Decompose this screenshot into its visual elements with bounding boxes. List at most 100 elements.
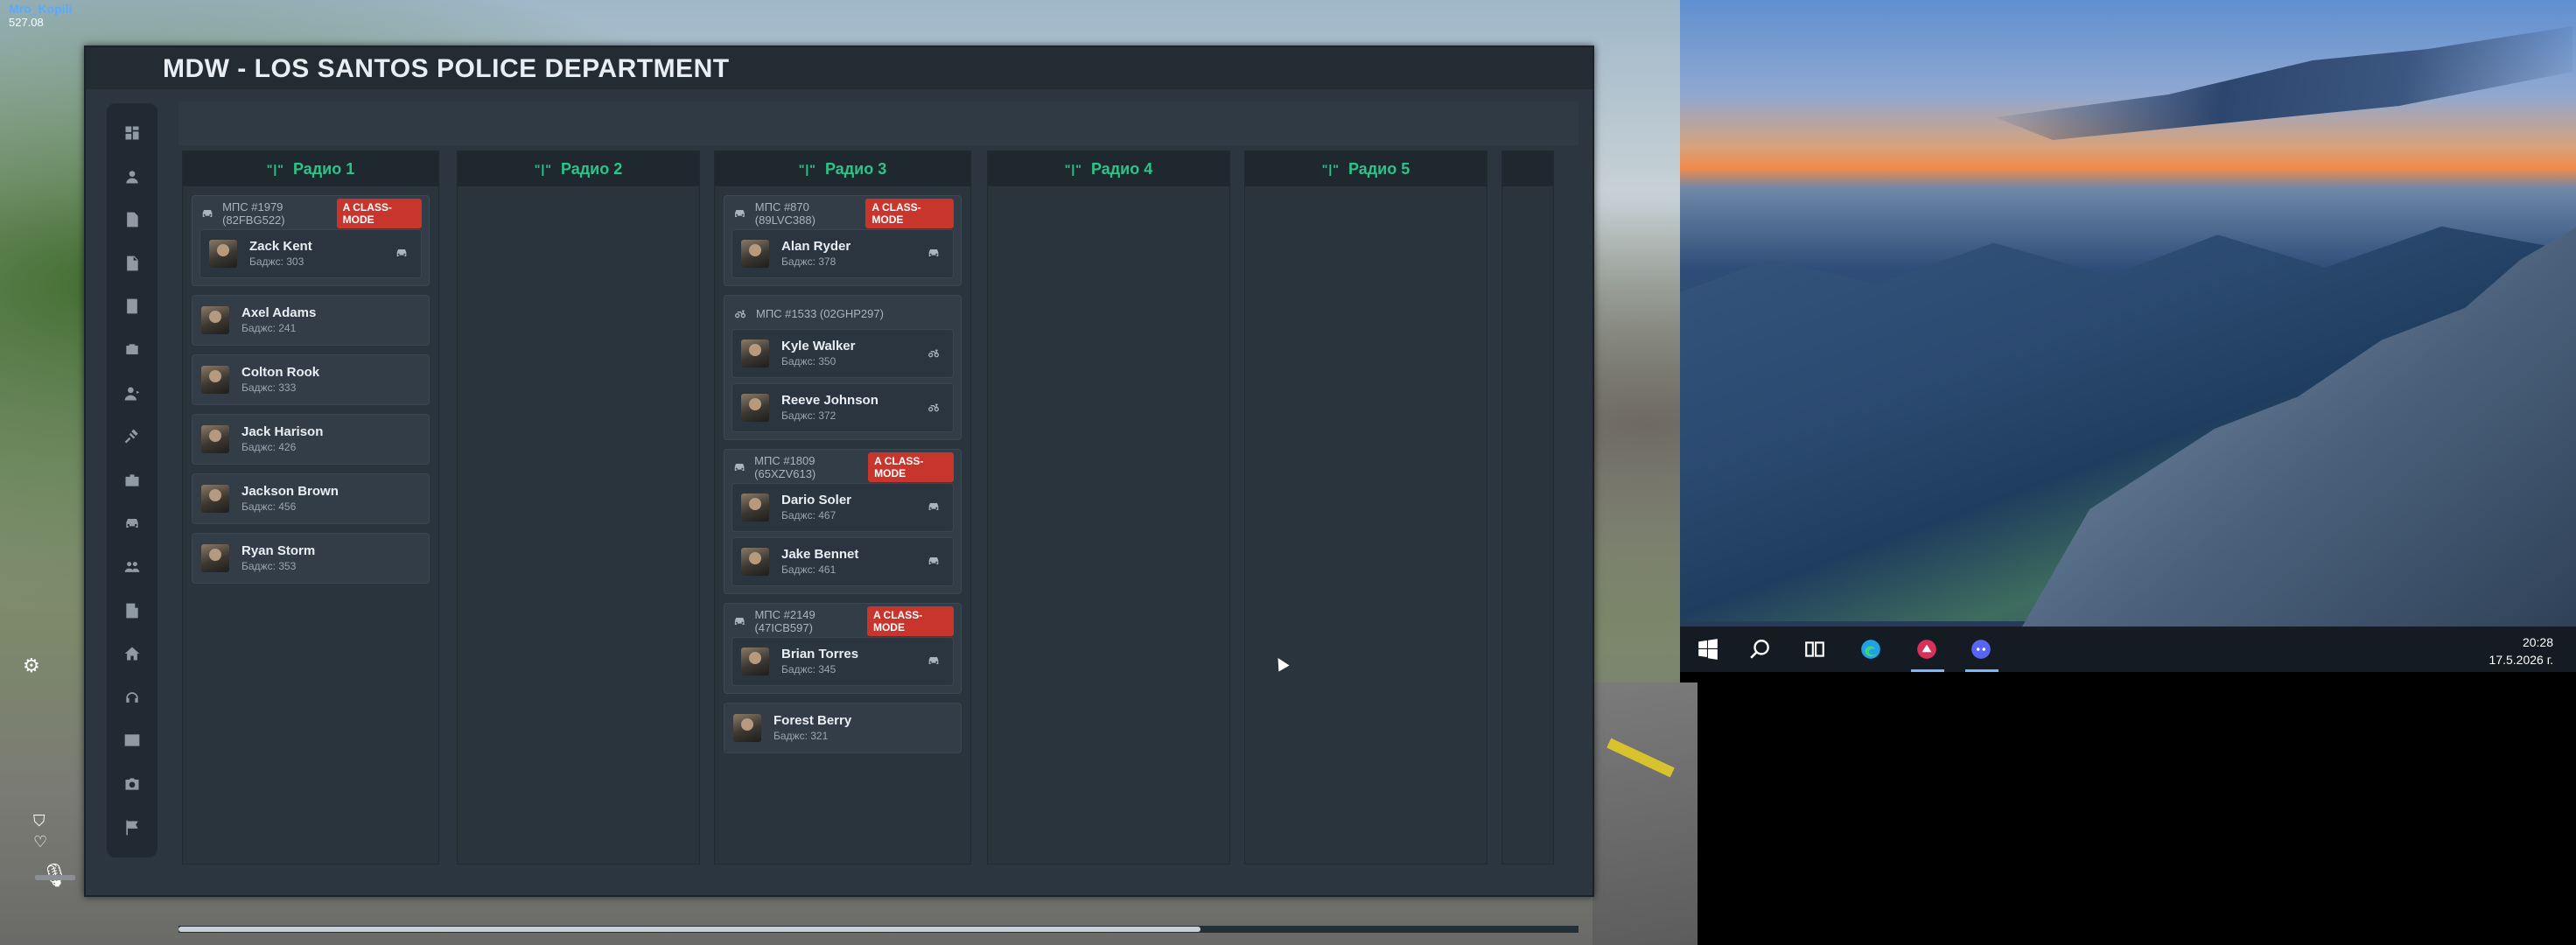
game-app-button[interactable] [1913,635,1941,663]
sidebar-item-briefcase[interactable] [107,463,158,498]
member-card[interactable]: Ryan Storm Баджс: 353 [192,533,430,584]
sidebar-item-users[interactable] [107,550,158,584]
sidebar-item-image[interactable] [107,723,158,758]
member-card[interactable]: Jack Harison Баджс: 426 [192,414,430,465]
member-card[interactable]: Reeve Johnson Баджс: 372 [732,383,954,432]
antenna-icon: "|" [266,162,284,176]
sidebar-item-camera[interactable] [107,766,158,802]
sidebar-item-officer[interactable] [107,376,158,411]
image-icon [124,734,140,747]
voice-bar [35,875,75,880]
sidebar-item-home[interactable] [107,636,158,671]
sidebar-item-headset[interactable] [107,680,158,715]
users-icon [124,562,140,572]
vehicle-card[interactable]: МПС #870 (89LVC388) A CLASS-MODE Alan Ryde… [724,195,962,286]
car-icon [126,519,138,528]
avatar [201,485,229,513]
radio-header[interactable]: "|" Радио 4 [988,151,1229,186]
radio-column-body [458,186,699,195]
player-tag: Mro_Kopili [9,2,73,16]
radio-board: "|" Радио 1 МПС #1979 (82FBG522) A CLASS-MO… [182,150,1564,915]
officer-icon [124,387,140,401]
sidebar-item-car[interactable] [107,506,158,541]
sidebar-item-person[interactable] [107,159,158,194]
sidebar-item-gavel[interactable] [107,419,158,454]
search-button[interactable] [1746,635,1774,663]
member-badge: Баджс: 303 [249,256,304,268]
scrollbar-thumb[interactable] [178,927,1200,932]
motorcycle-icon [734,310,746,318]
radio-header[interactable]: "|" Радио 1 [183,151,438,186]
member-card[interactable]: Dario Soler Баджс: 467 [732,483,954,532]
car-icon [735,210,745,217]
sidebar-item-building[interactable] [107,593,158,628]
radio-label: Радио 1 [292,159,355,178]
settings-icon: ⚙ [23,654,40,676]
car-icon [202,210,213,217]
motorcycle-icon [928,349,940,358]
task-view-button[interactable] [1801,635,1829,663]
horizontal-scrollbar[interactable] [178,926,1578,933]
member-badge: Баджс: 456 [242,500,297,513]
edge-icon [1861,640,1880,659]
member-card[interactable]: Colton Rook Баджс: 333 [192,354,430,405]
discord-button[interactable] [1967,635,1995,663]
desktop-wallpaper [1680,0,2576,672]
member-card[interactable]: Jake Bennet Баджс: 461 [732,537,954,586]
person-icon [126,170,138,184]
radio-column: "|" Радио 1 МПС #1979 (82FBG522) A CLASS-MO… [182,150,439,864]
radio-label: Радио 2 [560,159,623,178]
antenna-icon: "|" [798,162,816,176]
radio-header[interactable]: "|" Радио 5 [1245,151,1487,186]
member-card[interactable]: Alan Ryder Баджс: 378 [732,229,954,278]
start-button[interactable] [1694,635,1722,663]
radio-header[interactable]: "|" Радио 3 [715,151,970,186]
member-name: Jake Bennet [781,547,859,562]
member-card[interactable]: Forest Berry Баджс: 321 [724,703,962,753]
gavel-icon [124,429,138,444]
radio-column-partial [1502,150,1554,864]
sidebar-item-report[interactable] [107,202,158,237]
search-icon [1750,640,1769,659]
member-card[interactable]: Jackson Brown Баджс: 456 [192,473,430,524]
sidebar-item-dashboard[interactable] [107,116,158,150]
edge-button[interactable] [1857,635,1885,663]
vehicle-plate: МПС #1809 (65XZV613) [754,454,816,480]
vehicle-card[interactable]: МПС #1979 (82FBG522) A CLASS-MODE Zack Ken… [192,195,430,286]
vehicle-plate: МПС #870 (89LVC388) [754,200,816,227]
car-icon [734,464,745,471]
avatar [201,425,229,453]
member-text: Jake Bennet Баджс: 461 [781,547,858,577]
member-card[interactable]: Kyle Walker Баджс: 350 [732,329,954,378]
car-icon [928,657,939,664]
class-badge: A CLASS-MODE [865,199,954,228]
member-name: Axel Adams [242,305,317,320]
mdw-titlebar[interactable]: MDW - LOS SANTOS POLICE DEPARTMENT [86,47,1592,89]
radio-column-body: МПС #870 (89LVC388) A CLASS-MODE Alan Ryde… [715,186,970,753]
radio-label: Радио 4 [1090,159,1153,178]
vehicle-card[interactable]: МПС #2149 (47ICB597) A CLASS-MODE Brian To… [724,603,962,694]
vehicle-header: МПС #1809 (65XZV613) A CLASS-MODE [732,452,954,482]
member-card[interactable]: Zack Kent Баджс: 303 [200,229,422,278]
sidebar-item-flag[interactable] [107,810,158,845]
active-indicator [1911,669,1944,672]
sidebar-item-document[interactable] [107,246,158,281]
game-road [1592,682,1698,945]
radio-header[interactable]: "|" Радио 2 [458,151,699,186]
camera-icon [125,778,139,790]
sidebar [107,103,158,858]
member-text: Reeve Johnson Баджс: 372 [781,393,878,423]
sidebar-item-list[interactable] [107,289,158,324]
system-clock[interactable]: 20:28 17.5.2026 г. [2489,634,2553,668]
vehicle-card[interactable]: МПС #1533 (02GHP297) Kyle Walker Баджс: 35… [724,295,962,440]
member-name: Zack Kent [249,239,312,254]
member-card[interactable]: Axel Adams Баджс: 241 [192,295,430,346]
car-icon [928,557,939,564]
member-card[interactable]: Brian Torres Баджс: 345 [732,637,954,686]
antenna-icon: "|" [1321,162,1340,176]
member-text: Dario Soler Баджс: 467 [781,493,851,522]
vehicle-card[interactable]: МПС #1809 (65XZV613) A CLASS-MODE Dario So… [724,449,962,594]
avatar [209,240,237,268]
car-icon [396,249,407,256]
sidebar-item-evidence[interactable] [107,332,158,368]
